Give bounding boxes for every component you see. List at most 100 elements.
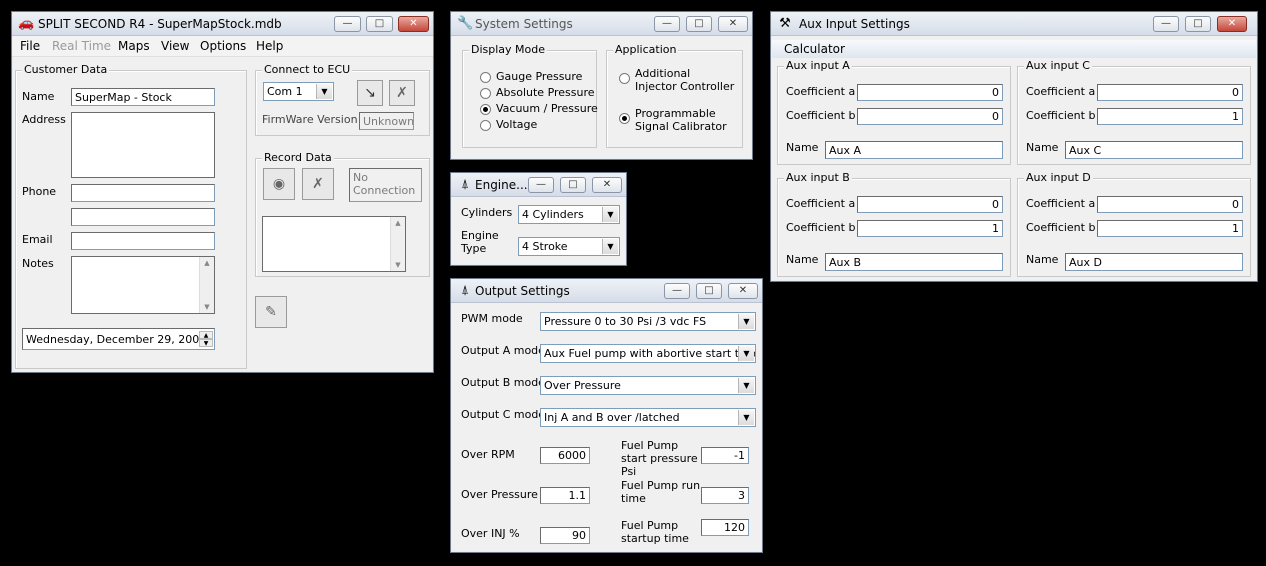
close-button[interactable]: ✕ <box>398 16 429 32</box>
main-window: 🚗 SPLIT SECOND R4 - SuperMapStock.mdb — … <box>11 11 434 373</box>
output-b-select[interactable]: Over Pressure ▼ <box>540 376 756 395</box>
output-titlebar[interactable]: ⍋ Output Settings — □ ✕ <box>451 279 762 303</box>
main-titlebar[interactable]: 🚗 SPLIT SECOND R4 - SuperMapStock.mdb — … <box>12 12 433 36</box>
engine-type-value: 4 Stroke <box>522 240 568 253</box>
aux-input-d-label: Aux input D <box>1024 171 1093 184</box>
aux-a-name-input[interactable]: Aux A <box>825 141 1003 159</box>
output-c-select[interactable]: Inj A and B over /latched ▼ <box>540 408 756 427</box>
engine-titlebar[interactable]: ⍋ Engine... — □ ✕ <box>451 173 626 197</box>
engine-close-button[interactable]: ✕ <box>592 177 622 193</box>
date-spin-down[interactable]: ▼ <box>199 339 213 347</box>
engine-maximize-button[interactable]: □ <box>560 177 586 193</box>
system-settings-titlebar[interactable]: 🔧 System Settings — □ ✕ <box>451 12 752 36</box>
notes-scrollbar[interactable]: ▲ ▼ <box>199 257 214 313</box>
radio-gauge-pressure[interactable] <box>480 72 491 83</box>
menu-view[interactable]: View <box>161 39 189 53</box>
aux-d-name-input[interactable]: Aux D <box>1065 253 1243 271</box>
record-log[interactable]: ▲ ▼ <box>262 216 406 272</box>
chevron-down-icon: ▼ <box>738 378 754 393</box>
fuel-pump-startup-input[interactable]: 120 <box>701 519 749 536</box>
aux-close-button[interactable]: ✕ <box>1217 16 1247 32</box>
address-label: Address <box>22 113 66 126</box>
aux-c-name-input[interactable]: Aux C <box>1065 141 1243 159</box>
disconnect-button[interactable]: ✗ <box>389 80 415 106</box>
radio-absolute-pressure[interactable] <box>480 88 491 99</box>
pwm-mode-value: Pressure 0 to 30 Psi /3 vdc FS <box>544 315 707 328</box>
output-icon: ⍋ <box>461 283 469 298</box>
aux-a-coef-a-input[interactable]: 0 <box>857 84 1003 101</box>
notes-input[interactable]: ▲ ▼ <box>71 256 215 314</box>
aux-a-coef-b-input[interactable]: 0 <box>857 108 1003 125</box>
fuel-pump-start-input[interactable]: -1 <box>701 447 749 464</box>
address-input[interactable] <box>71 112 215 178</box>
engine-type-label: Engine Type <box>461 229 499 255</box>
system-close-button[interactable]: ✕ <box>718 16 748 32</box>
stop-record-button[interactable]: ✗ <box>302 168 334 200</box>
over-rpm-input[interactable]: 6000 <box>540 447 590 464</box>
aux-c-coef-a-input[interactable]: 0 <box>1097 84 1243 101</box>
sensor-button[interactable]: ✎ <box>255 296 287 328</box>
date-picker[interactable]: Wednesday, December 29, 2004 ▲ ▼ <box>22 328 215 350</box>
aux-maximize-button[interactable]: □ <box>1185 16 1211 32</box>
radio-additional-injector[interactable] <box>619 73 630 84</box>
disconnect-icon: ✗ <box>396 85 408 101</box>
record-log-scrollbar[interactable]: ▲ ▼ <box>390 217 405 271</box>
calculator-header[interactable]: Calculator <box>772 40 1256 58</box>
aux-d-coef-b-label: Coefficient b <box>1026 221 1096 234</box>
connect-ecu-group: Connect to ECU Com 1 ▼ ↘ ✗ FirmWare Versi… <box>255 63 430 136</box>
aux-c-coef-b-input[interactable]: 1 <box>1097 108 1243 125</box>
menu-help[interactable]: Help <box>256 39 283 53</box>
radio-signal-calibrator[interactable] <box>619 113 630 124</box>
menu-file[interactable]: File <box>20 39 40 53</box>
fuel-pump-startup-label: Fuel Pump startup time <box>621 519 689 545</box>
menu-options[interactable]: Options <box>200 39 246 53</box>
output-minimize-button[interactable]: — <box>664 283 690 299</box>
phone-input-2[interactable] <box>71 208 215 226</box>
aux-minimize-button[interactable]: — <box>1153 16 1179 32</box>
output-maximize-button[interactable]: □ <box>696 283 722 299</box>
aux-b-coef-b-label: Coefficient b <box>786 221 856 234</box>
system-maximize-button[interactable]: □ <box>686 16 712 32</box>
aux-b-coef-a-input[interactable]: 0 <box>857 196 1003 213</box>
output-c-value: Inj A and B over /latched <box>544 411 680 424</box>
radio-voltage[interactable] <box>480 120 491 131</box>
aux-b-coef-b-input[interactable]: 1 <box>857 220 1003 237</box>
connect-button[interactable]: ↘ <box>357 80 383 106</box>
over-inj-input[interactable]: 90 <box>540 527 590 544</box>
date-spin-up[interactable]: ▲ <box>199 331 213 339</box>
over-pressure-input[interactable]: 1.1 <box>540 487 590 504</box>
system-minimize-button[interactable]: — <box>654 16 680 32</box>
cylinders-select[interactable]: 4 Cylinders ▼ <box>518 205 620 224</box>
maximize-button[interactable]: □ <box>366 16 393 32</box>
record-button[interactable]: ◉ <box>263 168 295 200</box>
aux-titlebar[interactable]: ⚒ Aux Input Settings — □ ✕ <box>771 12 1257 36</box>
menu-real-time[interactable]: Real Time <box>52 39 111 53</box>
output-close-button[interactable]: ✕ <box>728 283 758 299</box>
aux-d-coef-a-input[interactable]: 0 <box>1097 196 1243 213</box>
aux-b-name-input[interactable]: Aux B <box>825 253 1003 271</box>
phone-input[interactable] <box>71 184 215 202</box>
output-c-label: Output C mode <box>461 408 546 421</box>
aux-a-coef-b-label: Coefficient b <box>786 109 856 122</box>
engine-title: Engine... <box>475 178 528 192</box>
radio-vacuum-pressure[interactable] <box>480 104 491 115</box>
engine-minimize-button[interactable]: — <box>528 177 554 193</box>
system-settings-title: System Settings <box>475 17 573 31</box>
email-input[interactable] <box>71 232 215 250</box>
email-label: Email <box>22 233 53 246</box>
com-port-select[interactable]: Com 1 ▼ <box>263 82 334 101</box>
pwm-mode-label: PWM mode <box>461 312 523 325</box>
output-b-value: Over Pressure <box>544 379 621 392</box>
system-icon: 🔧 <box>457 16 474 31</box>
output-a-select[interactable]: Aux Fuel pump with abortive start time ▼ <box>540 344 756 363</box>
signal-calibrator-label: Programmable Signal Calibrator <box>635 107 727 133</box>
aux-d-coef-b-input[interactable]: 1 <box>1097 220 1243 237</box>
application-group: Application Additional Injector Controll… <box>606 43 743 148</box>
menu-maps[interactable]: Maps <box>118 39 150 53</box>
name-input[interactable]: SuperMap - Stock <box>71 88 215 106</box>
minimize-button[interactable]: — <box>334 16 361 32</box>
output-settings-window: ⍋ Output Settings — □ ✕ PWM mode Pressur… <box>450 278 763 553</box>
pwm-mode-select[interactable]: Pressure 0 to 30 Psi /3 vdc FS ▼ <box>540 312 756 331</box>
fuel-pump-run-input[interactable]: 3 <box>701 487 749 504</box>
engine-type-select[interactable]: 4 Stroke ▼ <box>518 237 620 256</box>
